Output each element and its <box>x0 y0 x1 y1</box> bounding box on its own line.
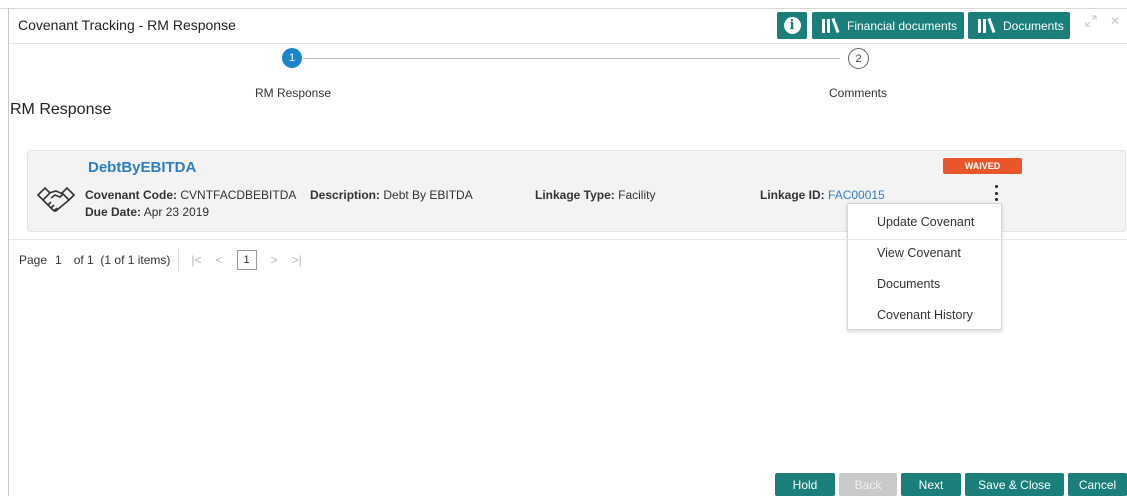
save-close-button[interactable]: Save & Close <box>965 473 1064 496</box>
description-value: Debt By EBITDA <box>383 188 473 202</box>
covenant-code-field: Covenant Code: CVNTFACDBEBITDA <box>85 188 296 202</box>
library-icon <box>978 17 996 34</box>
step-1-indicator[interactable]: 1 <box>282 48 302 68</box>
step-2-indicator[interactable]: 2 <box>848 48 869 69</box>
info-icon: i <box>783 17 801 34</box>
due-date-field: Due Date: Apr 23 2019 <box>85 205 209 219</box>
linkage-id-field: Linkage ID: FAC00015 <box>760 188 885 202</box>
hold-button[interactable]: Hold <box>775 473 835 496</box>
page-summary: of 1 (1 of 1 items) <box>73 253 171 267</box>
linkage-id-label: Linkage ID: <box>760 188 825 202</box>
wizard-stepper: 1 2 RM Response Comments <box>0 44 1127 104</box>
back-button[interactable]: Back <box>839 473 897 496</box>
next-page-icon[interactable]: > <box>271 253 278 267</box>
next-button[interactable]: Next <box>901 473 961 496</box>
first-page-icon[interactable]: |< <box>191 253 201 267</box>
page-number-input[interactable]: 1 <box>55 253 62 267</box>
linkage-type-label: Linkage Type: <box>535 188 615 202</box>
covenant-tracking-window: Covenant Tracking - RM Response i Financ… <box>0 0 1127 496</box>
divider <box>9 239 1127 240</box>
menu-item-covenant-history[interactable]: Covenant History <box>877 308 973 322</box>
stepper-connector <box>303 58 840 59</box>
linkage-id-link[interactable]: FAC00015 <box>828 188 885 202</box>
linkage-type-value: Facility <box>618 188 656 202</box>
last-page-icon[interactable]: >| <box>292 253 302 267</box>
covenant-code-label: Covenant Code: <box>85 188 178 202</box>
handshake-icon <box>36 185 76 217</box>
covenant-title[interactable]: DebtByEBITDA <box>88 159 196 176</box>
close-icon[interactable]: ✕ <box>1110 14 1120 28</box>
page-label: Page <box>19 253 48 267</box>
financial-documents-button[interactable]: Financial documents <box>812 12 964 39</box>
prev-page-icon[interactable]: < <box>216 253 223 267</box>
step-1-label[interactable]: RM Response <box>255 86 331 100</box>
due-date-value: Apr 23 2019 <box>143 205 210 219</box>
menu-item-update-covenant[interactable]: Update Covenant <box>877 215 974 229</box>
status-badge: WAIVED <box>943 158 1022 174</box>
covenant-actions-menu: Update Covenant View Covenant Documents … <box>847 203 1002 330</box>
financial-documents-label: Financial documents <box>847 18 958 33</box>
documents-button[interactable]: Documents <box>968 12 1070 39</box>
step-2-label[interactable]: Comments <box>829 86 887 100</box>
menu-item-view-covenant[interactable]: View Covenant <box>877 246 961 260</box>
cancel-button[interactable]: Cancel <box>1068 473 1127 496</box>
linkage-type-field: Linkage Type: Facility <box>535 188 655 202</box>
description-field: Description: Debt By EBITDA <box>310 188 473 202</box>
section-title: RM Response <box>10 101 112 118</box>
window-title: Covenant Tracking - RM Response <box>18 17 236 33</box>
info-button[interactable]: i <box>777 12 807 39</box>
pager-divider <box>178 249 180 271</box>
current-page-button[interactable]: 1 <box>236 250 257 270</box>
covenant-code-value: CVNTFACDBEBITDA <box>180 188 297 202</box>
library-icon <box>822 17 840 34</box>
expand-icon[interactable] <box>1085 15 1099 29</box>
due-date-label: Due Date: <box>85 205 142 219</box>
description-label: Description: <box>310 188 381 202</box>
pagination: Page 1 of 1 (1 of 1 items) |< < 1 > >| <box>19 249 316 271</box>
more-options-icon[interactable] <box>991 185 1001 201</box>
menu-item-documents[interactable]: Documents <box>877 277 940 291</box>
documents-label: Documents <box>1003 18 1064 33</box>
